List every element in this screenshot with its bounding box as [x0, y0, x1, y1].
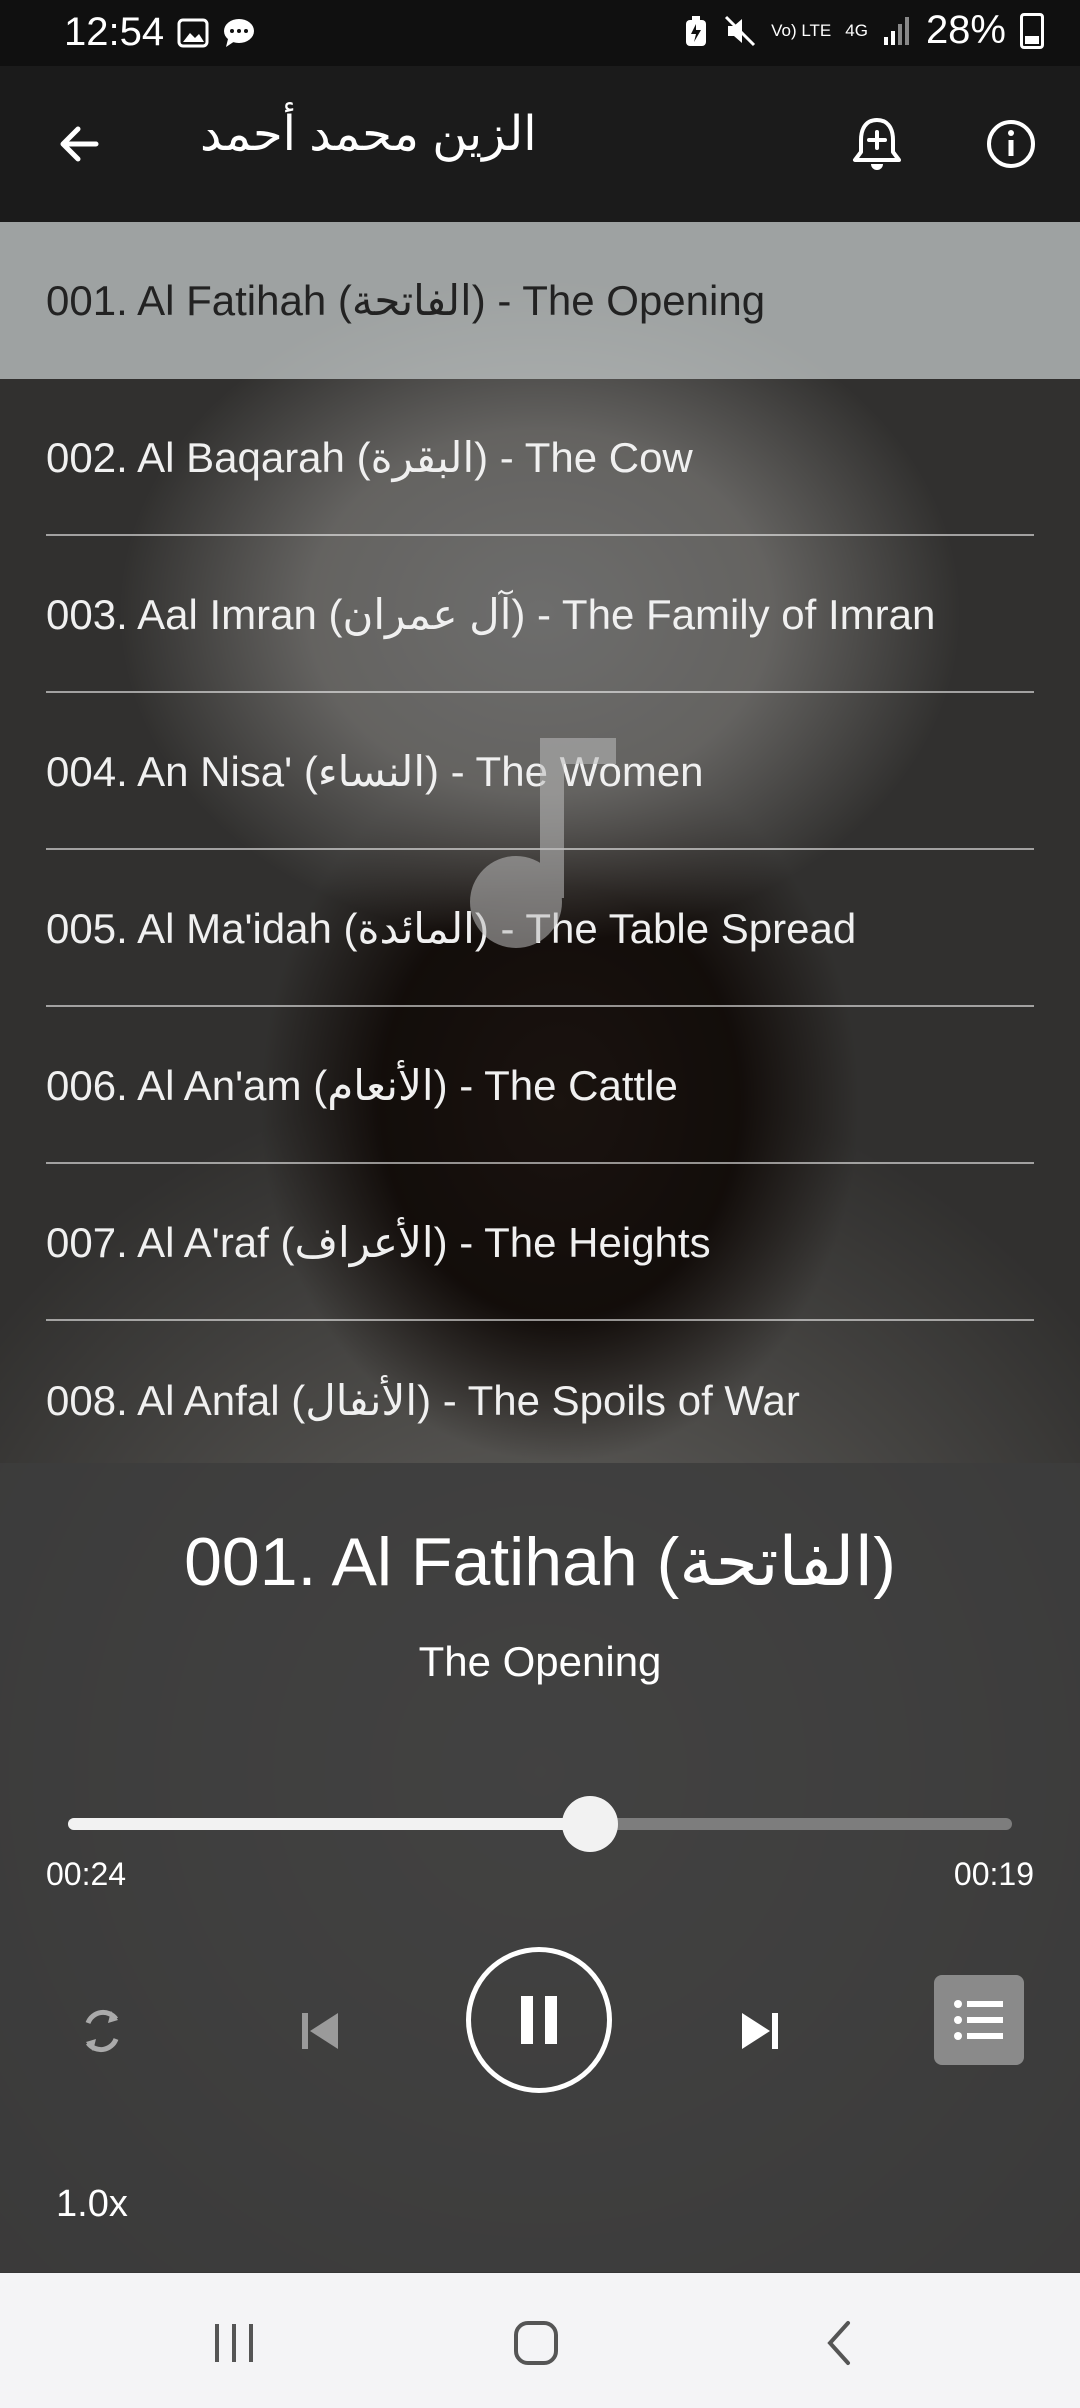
track-label: 008. Al Anfal (الأنفال) - The Spoils of … — [46, 1376, 800, 1424]
home-icon — [514, 2321, 558, 2365]
recent-apps-icon — [215, 2324, 253, 2362]
add-alarm-icon — [853, 118, 901, 170]
battery-icon — [1020, 12, 1044, 49]
seek-bar[interactable] — [68, 1796, 1012, 1852]
now-playing-subtitle: The Opening — [418, 1638, 662, 1685]
seek-bar-thumb[interactable] — [562, 1796, 619, 1852]
battery-percent: 28% — [925, 8, 1006, 52]
signal-icon — [883, 16, 909, 45]
back-chevron-icon — [827, 2321, 850, 2365]
back-button[interactable] — [43, 108, 115, 180]
seek-bar-progress — [68, 1818, 591, 1830]
previous-icon — [302, 2013, 338, 2049]
now-playing-title: 001. Al Fatihah (الفاتحة) — [184, 1524, 896, 1600]
add-alarm-button[interactable] — [841, 108, 913, 180]
repeat-icon — [85, 2009, 119, 2053]
track-row[interactable]: 006. Al An'am (الأنعام) - The Cattle — [0, 1007, 1080, 1164]
playlist-icon — [954, 2000, 1003, 2040]
remaining-time: 00:19 — [953, 1856, 1034, 1892]
gallery-icon — [177, 18, 209, 48]
info-icon — [987, 120, 1035, 168]
home-button[interactable] — [496, 2303, 576, 2383]
track-label: 002. Al Baqarah (البقرة) - The Cow — [46, 434, 693, 481]
track-label: 006. Al An'am (الأنعام) - The Cattle — [46, 1062, 678, 1109]
playback-speed[interactable]: 1.0x — [56, 2183, 128, 2226]
network-4g-label: 4G — [845, 20, 868, 40]
track-row[interactable]: 002. Al Baqarah (البقرة) - The Cow — [0, 379, 1080, 536]
repeat-button[interactable] — [66, 1995, 138, 2067]
pause-icon — [521, 1996, 557, 2044]
previous-button[interactable] — [284, 1995, 356, 2067]
track-label: 007. Al A'raf (الأعراف) - The Heights — [46, 1219, 711, 1266]
playlist-button[interactable] — [934, 1975, 1024, 2065]
track-label: 005. Al Ma'idah (المائدة) - The Table Sp… — [46, 905, 857, 952]
track-row[interactable]: 003. Aal Imran (آل عمران) - The Family o… — [0, 536, 1080, 693]
next-icon — [742, 2013, 778, 2049]
status-time: 12:54 — [64, 10, 165, 54]
navigation-bar — [0, 2273, 1080, 2408]
info-button[interactable] — [975, 108, 1047, 180]
recent-apps-button[interactable] — [194, 2303, 274, 2383]
volte-label: Vo) LTE — [771, 20, 832, 40]
track-label: 001. Al Fatihah (الفاتحة) - The Opening — [46, 277, 766, 324]
next-button[interactable] — [724, 1995, 796, 2067]
pause-button[interactable] — [466, 1947, 612, 2093]
music-note-icon — [470, 738, 616, 948]
elapsed-time: 00:24 — [46, 1856, 127, 1892]
app-bar: الزين محمد أحمد — [0, 66, 1080, 222]
mute-icon — [725, 15, 756, 46]
track-label: 003. Aal Imran (آل عمران) - The Family o… — [46, 591, 936, 638]
track-row[interactable]: 001. Al Fatihah (الفاتحة) - The Opening — [0, 222, 1080, 379]
player-panel: 001. Al Fatihah (الفاتحة) The Opening 00… — [0, 1463, 1080, 2273]
track-row[interactable]: 007. Al A'raf (الأعراف) - The Heights — [0, 1164, 1080, 1321]
page-title: الزين محمد أحمد — [200, 108, 537, 161]
track-row[interactable]: 008. Al Anfal (الأنفال) - The Spoils of … — [0, 1321, 1080, 1479]
message-icon — [224, 19, 254, 47]
battery-saver-icon — [686, 15, 707, 46]
back-arrow-icon — [60, 126, 99, 162]
back-nav-button[interactable] — [800, 2303, 880, 2383]
status-bar: 12:54 Vo) LTE 4G 28% — [0, 0, 1080, 66]
